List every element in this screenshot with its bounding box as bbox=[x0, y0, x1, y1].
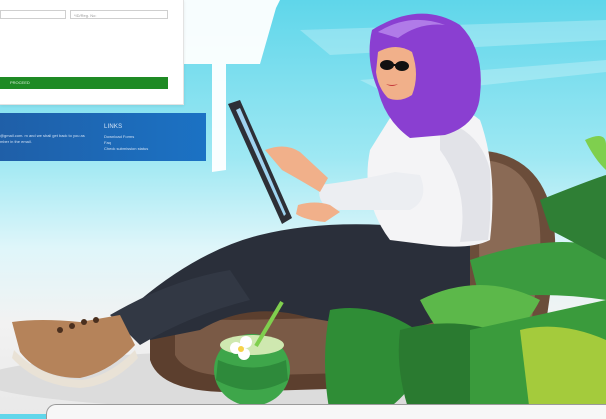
contact-text-line2: mber in the email. bbox=[0, 139, 32, 144]
link-check-status[interactable]: Check submission status bbox=[104, 146, 148, 152]
id-reg-input[interactable]: *ID/Reg. No: bbox=[70, 10, 168, 19]
arm bbox=[319, 172, 424, 210]
proceed-button[interactable]: PROCEED bbox=[0, 77, 168, 89]
contact-text: @gmail.com. m and we shall get back to y… bbox=[0, 133, 90, 145]
name-input[interactable] bbox=[0, 10, 66, 19]
links-title: LINKS bbox=[104, 124, 123, 130]
links-list: Download Forms Faq Check submission stat… bbox=[104, 134, 148, 152]
footer-band: @gmail.com. m and we shall get back to y… bbox=[0, 113, 206, 161]
form-card: *ID/Reg. No: PROCEED bbox=[0, 0, 184, 105]
bottom-bar bbox=[46, 404, 606, 419]
